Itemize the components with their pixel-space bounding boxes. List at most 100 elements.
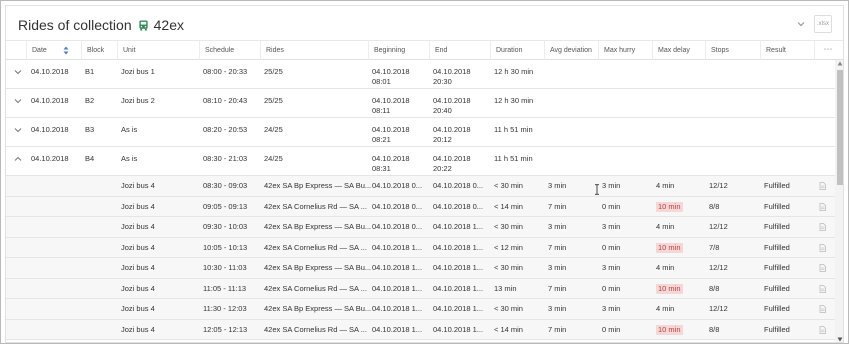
end-date: 04.10.2018 [433,96,471,105]
scroll-down-arrow-icon[interactable] [837,337,843,342]
table-row[interactable]: 04.10.2018 B2 Jozi bus 2 08:10 - 20:43 2… [6,89,835,118]
row-block: B3 [85,125,95,134]
end-date: 04.10.2018 [433,154,471,163]
document-icon[interactable] [819,202,826,211]
row-block: B4 [85,154,95,163]
ride-row[interactable]: Jozi bus 4 10:30 - 11:03 42ex SA Bp Expr… [6,258,835,279]
ride-unit: Jozi bus 4 [121,304,155,313]
end-time: 20:12 [433,135,452,144]
ride-row[interactable]: Jozi bus 4 09:30 - 10:03 42ex SA Bp Expr… [6,217,835,238]
vertical-scrollbar[interactable] [835,60,843,342]
bus-icon [139,19,148,31]
end-date: 04.10.2018 [433,67,471,76]
ride-beginning: 04.10.2018 1... [372,324,423,334]
ride-row[interactable]: Jozi bus 4 10:05 - 10:13 42ex SA Corneli… [6,237,835,258]
ride-name: 42ex SA Bp Express — SA Bu... [264,263,372,272]
column-max-hurry-header[interactable]: Max hurry [598,41,635,60]
ride-result: Fulfilled [764,201,790,211]
table-body: 04.10.2018 B1 Jozi bus 1 08:00 - 20:33 2… [6,60,835,342]
chevron-down-icon[interactable] [14,69,22,75]
column-unit-header[interactable]: Unit [117,41,135,60]
ride-result: Fulfilled [764,324,790,334]
column-result-header[interactable]: Result [760,41,786,60]
column-avg-deviation-header[interactable]: Avg deviation [544,41,592,60]
ride-name: 42ex SA Cornelius Rd — SA ... [264,201,367,211]
ride-schedule: 12:05 - 12:13 [203,324,248,334]
ride-stops: 12/12 [709,181,728,190]
table-row[interactable]: 04.10.2018 B3 As is 08:20 - 20:53 24/25 … [6,118,835,147]
row-rides: 24/25 [264,154,283,163]
ride-max-delay: 4 min [656,304,675,313]
row-beginning: 04.10.2018 08:31 [372,154,410,174]
ride-unit: Jozi bus 4 [121,201,155,211]
begin-date: 04.10.2018 [372,96,410,105]
ride-schedule: 11:05 - 11:13 [203,283,247,293]
row-unit: As is [121,125,138,134]
ride-row[interactable]: Jozi bus 4 12:05 - 12:13 42ex SA Corneli… [6,319,835,340]
row-rides: 25/25 [264,67,283,76]
column-end-header[interactable]: End [429,41,447,60]
ride-row[interactable]: Jozi bus 4 09:05 - 09:13 42ex SA Corneli… [6,196,835,217]
begin-time: 08:11 [372,106,391,115]
document-icon[interactable] [819,264,826,272]
window-frame: Rides of collection 42ex .xlsx Date Bloc… [0,0,849,344]
export-xlsx-button[interactable]: .xlsx [814,15,832,33]
document-icon[interactable] [819,182,826,190]
end-time: 20:30 [433,77,452,86]
chevron-down-icon[interactable] [14,127,22,133]
row-end: 04.10.2018 20:30 [433,67,471,87]
ride-max-hurry: 0 min [602,242,621,252]
column-max-delay-header[interactable]: Max delay [652,41,690,60]
ride-max-hurry: 0 min [602,283,621,293]
column-beginning-header[interactable]: Beginning [368,41,405,60]
column-duration-header[interactable]: Duration [490,41,522,60]
document-icon[interactable] [819,284,826,293]
row-block: B2 [85,96,95,105]
ride-beginning: 04.10.2018 0... [372,222,423,231]
ride-end: 04.10.2018 0... [433,201,484,211]
row-duration: 11 h 51 min [494,154,533,163]
scrollbar-thumb[interactable] [837,70,843,185]
ride-unit: Jozi bus 4 [121,283,155,293]
begin-date: 04.10.2018 [372,154,410,163]
ride-schedule: 10:30 - 11:03 [203,263,247,272]
ride-name: 42ex SA Bp Express — SA Bu... [264,304,372,313]
ride-stops: 12/12 [709,263,728,272]
ride-max-delay: 10 min [656,201,683,212]
ride-name: 42ex SA Cornelius Rd — SA ... [264,283,367,293]
ride-row[interactable]: Jozi bus 4 11:30 - 12:03 42ex SA Bp Expr… [6,299,835,320]
ride-unit: Jozi bus 4 [121,181,155,190]
column-rides-header[interactable]: Rides [260,41,284,60]
row-beginning: 04.10.2018 08:11 [372,96,410,116]
ride-row[interactable]: Jozi bus 4 08:30 - 09:03 42ex SA Bp Expr… [6,176,835,197]
document-icon[interactable] [819,325,826,334]
more-options-icon[interactable]: ⋯ [814,41,842,60]
ride-max-delay: 10 min [656,283,683,294]
ride-schedule: 09:30 - 10:03 [203,222,248,231]
row-block: B1 [85,67,95,76]
row-duration: 11 h 51 min [494,125,533,134]
begin-date: 04.10.2018 [372,67,410,76]
document-icon[interactable] [819,243,826,252]
column-stops-header[interactable]: Stops [705,41,729,60]
chevron-down-icon[interactable] [14,98,22,104]
ride-avg-deviation: 7 min [548,283,567,293]
sort-icon[interactable] [63,46,69,55]
document-icon[interactable] [819,305,826,313]
document-icon[interactable] [819,223,826,231]
delay-warning-badge: 10 min [656,283,683,294]
ride-row[interactable]: Jozi bus 4 11:05 - 11:13 42ex SA Corneli… [6,278,835,299]
column-date-header[interactable]: Date [26,41,69,60]
column-schedule-header[interactable]: Schedule [199,41,234,60]
ride-max-hurry: 3 min [602,181,621,190]
table-row[interactable]: 04.10.2018 B1 Jozi bus 1 08:00 - 20:33 2… [6,60,835,89]
ride-max-hurry: 0 min [602,201,621,211]
scroll-up-arrow-icon[interactable] [837,61,843,66]
row-end: 04.10.2018 20:12 [433,125,471,145]
chevron-up-icon[interactable] [14,156,22,162]
ride-end: 04.10.2018 1... [433,242,484,252]
ride-end: 04.10.2018 1... [433,304,484,313]
chevron-down-icon[interactable] [795,18,807,30]
column-block-header[interactable]: Block [81,41,104,60]
table-row[interactable]: 04.10.2018 B4 As is 08:30 - 21:03 24/25 … [6,147,835,176]
